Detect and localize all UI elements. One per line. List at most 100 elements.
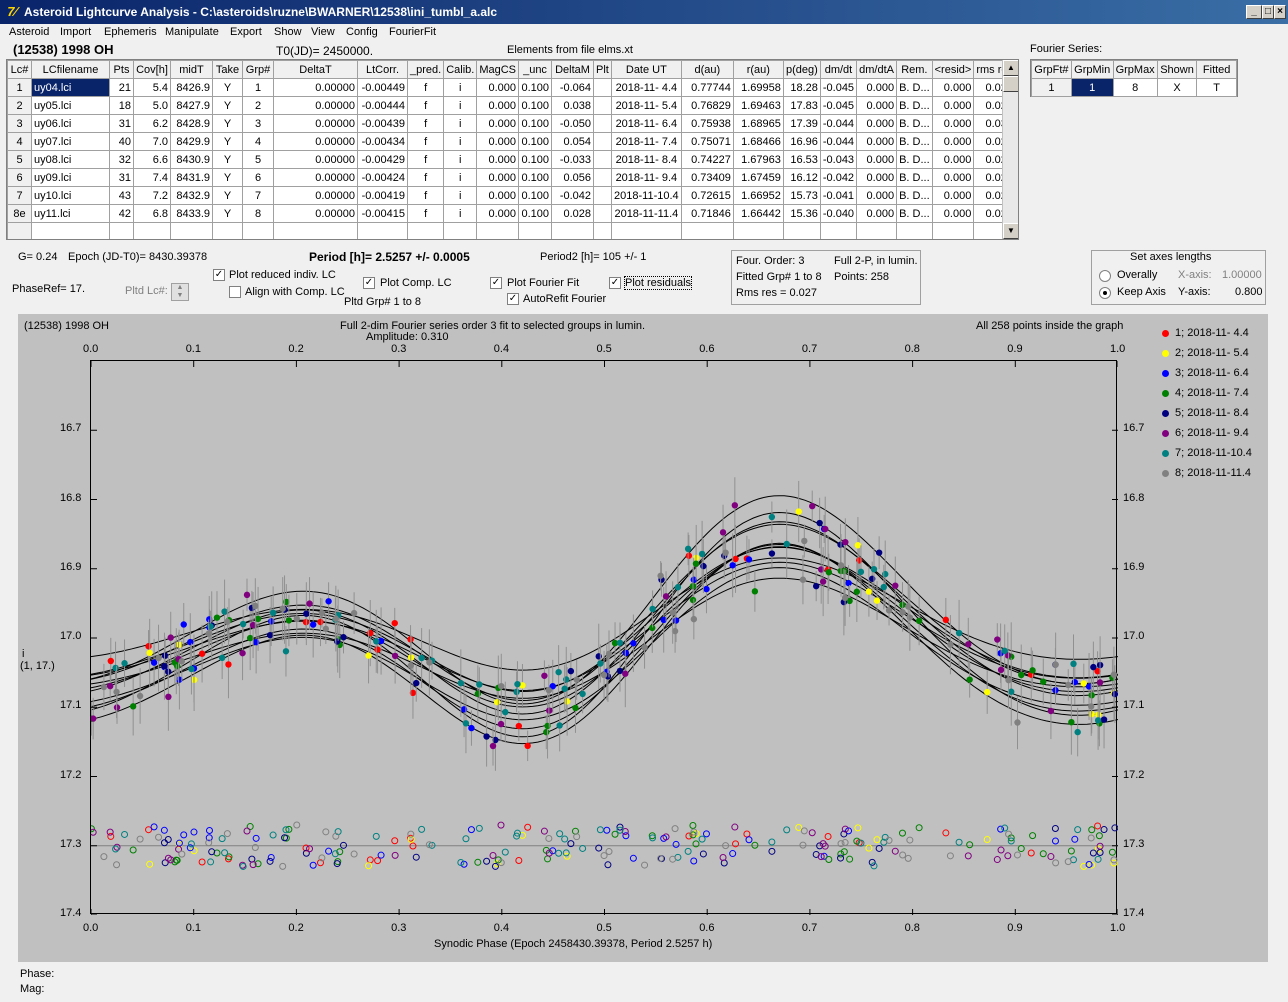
table-cell[interactable]: 0.100 [518,132,553,151]
table-cell[interactable]: uy07.lci [31,132,110,151]
table-cell[interactable]: 0.028 [551,204,595,223]
table-cell[interactable]: 1.68965 [732,114,784,133]
table-cell[interactable]: 0.100 [518,204,553,223]
table-cell[interactable]: -0.050 [551,114,595,133]
autorefit-checkbox[interactable]: ✓ [507,293,519,305]
table-cell[interactable]: -0.00444 [357,96,408,115]
lc-column-header[interactable]: LCfilename [31,60,110,79]
table-cell[interactable]: 6.2 [133,114,171,133]
table-cell[interactable]: B. D... [896,132,933,151]
lc-column-header[interactable]: Calib. [443,60,478,79]
table-row[interactable]: 5 uy08.lci 32 6.6 8430.9 Y 5 0.00000 -0.00429 f i 0… [7,150,1016,169]
fourier-column-header[interactable]: GrpMax [1112,60,1158,79]
table-cell[interactable]: B. D... [896,168,933,187]
plot-area[interactable] [87,360,1119,916]
table-cell[interactable]: 17.39 [782,114,821,133]
table-cell[interactable]: uy06.lci [31,114,110,133]
table-cell[interactable]: 18.28 [782,78,821,97]
table-cell[interactable] [212,222,243,239]
table-scrollbar[interactable]: ▲ ▼ [1002,60,1018,239]
lc-column-header[interactable]: _pred. [406,60,445,79]
table-cell[interactable]: 0.76829 [680,96,734,115]
table-cell[interactable]: 2018-11- 6.4 [610,114,682,133]
table-cell[interactable]: 6.8 [133,204,171,223]
table-cell[interactable]: f [406,150,445,169]
table-cell[interactable]: Y [212,186,243,205]
minimize-button[interactable]: _ [1246,5,1262,19]
fourier-cell[interactable]: 8 [1112,78,1158,97]
table-cell[interactable]: 31 [109,114,134,133]
lc-column-header[interactable]: LtCorr. [357,60,408,79]
table-cell[interactable]: 8428.9 [170,114,213,133]
table-cell[interactable] [593,186,612,205]
table-cell[interactable]: uy09.lci [31,168,110,187]
table-cell[interactable]: 0.000 [856,96,898,115]
table-cell[interactable]: 0.00000 [273,168,358,187]
table-cell[interactable]: 40 [109,132,134,151]
table-row[interactable]: 8e uy11.lci 42 6.8 8433.9 Y 8 0.00000 -0.00415 f i… [7,204,1016,223]
table-cell[interactable]: 6 [242,168,274,187]
menu-import[interactable]: Import [60,26,91,38]
lc-column-header[interactable]: Rem. [896,60,933,79]
menu-view[interactable]: View [311,26,335,38]
lc-column-header[interactable]: <resid> [931,60,975,79]
row-header[interactable]: 2 [7,96,32,115]
table-cell[interactable]: 0.00000 [273,96,358,115]
close-button[interactable]: × [1274,5,1286,19]
lc-column-header[interactable]: Date UT [610,60,682,79]
table-cell[interactable]: 0.00000 [273,114,358,133]
table-cell[interactable]: i [443,96,478,115]
table-cell[interactable]: 0.000 [931,204,975,223]
table-cell[interactable]: 0.75071 [680,132,734,151]
table-cell[interactable]: 0.000 [476,96,520,115]
lc-column-header[interactable]: r(au) [732,60,784,79]
table-cell[interactable] [593,222,612,239]
table-row[interactable]: 4 uy07.lci 40 7.0 8429.9 Y 4 0.00000 -0.00434 f i 0… [7,132,1016,151]
table-cell[interactable]: 2018-11- 9.4 [610,168,682,187]
table-cell[interactable] [593,78,612,97]
table-cell[interactable] [242,222,274,239]
x-axis-input[interactable]: 1.00000 [1222,269,1262,281]
row-header[interactable]: 6 [7,168,32,187]
table-cell[interactable]: -0.045 [819,96,858,115]
table-cell[interactable]: Y [212,150,243,169]
table-cell[interactable]: 0.000 [476,150,520,169]
table-cell[interactable] [593,204,612,223]
fourier-cell[interactable]: 1 [1070,78,1114,97]
table-cell[interactable]: 0.000 [856,132,898,151]
table-cell[interactable]: 1.68466 [732,132,784,151]
table-cell[interactable]: f [406,186,445,205]
table-cell[interactable]: f [406,204,445,223]
table-cell[interactable]: 2018-11- 8.4 [610,150,682,169]
fourier-cell[interactable]: 1 [1031,78,1072,97]
table-cell[interactable]: 3 [242,114,274,133]
table-cell[interactable]: 0.00000 [273,78,358,97]
table-cell[interactable]: Y [212,168,243,187]
lc-column-header[interactable]: Plt [593,60,612,79]
table-cell[interactable]: -0.033 [551,150,595,169]
table-cell[interactable] [680,222,734,239]
table-cell[interactable]: -0.044 [819,132,858,151]
table-cell[interactable]: 0.100 [518,78,553,97]
table-cell[interactable]: i [443,114,478,133]
overally-radio[interactable] [1099,270,1111,282]
table-cell[interactable]: 0.71846 [680,204,734,223]
table-cell[interactable] [610,222,682,239]
table-cell[interactable]: 2018-11- 7.4 [610,132,682,151]
table-cell[interactable]: 0.100 [518,150,553,169]
pltd-lc-spinner[interactable]: ▲ ▼ [171,283,189,301]
table-cell[interactable] [593,168,612,187]
table-cell[interactable]: -0.042 [819,168,858,187]
fourier-column-header[interactable]: GrpMin [1070,60,1114,79]
table-cell[interactable]: 0.038 [551,96,595,115]
table-cell[interactable]: -0.00419 [357,186,408,205]
table-cell[interactable]: 0.000 [856,168,898,187]
menu-show[interactable]: Show [274,26,302,38]
table-cell[interactable]: -0.00439 [357,114,408,133]
table-cell[interactable]: 8430.9 [170,150,213,169]
table-cell[interactable]: B. D... [896,78,933,97]
table-cell[interactable]: 0.000 [476,204,520,223]
menu-export[interactable]: Export [230,26,262,38]
table-cell[interactable]: 0.000 [931,78,975,97]
table-cell[interactable]: 31 [109,168,134,187]
